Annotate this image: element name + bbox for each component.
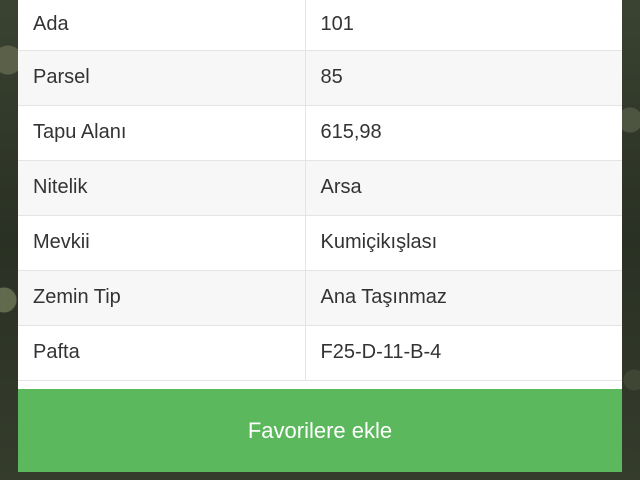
row-value: Kumiçikışlası xyxy=(305,215,622,271)
row-label: Tapu Alanı xyxy=(18,105,306,161)
row-label: Nitelik xyxy=(18,160,306,216)
table-row-zemin-tip: Zemin Tip Ana Taşınmaz xyxy=(18,270,622,326)
row-value: Arsa xyxy=(305,160,622,216)
row-label: Pafta xyxy=(18,325,306,381)
add-to-favorites-button[interactable]: Favorilere ekle xyxy=(18,389,622,472)
table-row-mevkii: Mevkii Kumiçikışlası xyxy=(18,215,622,271)
table-row-nitelik: Nitelik Arsa xyxy=(18,160,622,216)
row-value: 615,98 xyxy=(305,105,622,161)
table-row-ada: Ada 101 xyxy=(18,0,622,51)
table-row-pafta: Pafta F25-D-11-B-4 xyxy=(18,325,622,381)
row-label: Mevkii xyxy=(18,215,306,271)
row-label: Zemin Tip xyxy=(18,270,306,326)
table-row-tapu-alani: Tapu Alanı 615,98 xyxy=(18,105,622,161)
row-label: Parsel xyxy=(18,50,306,106)
row-value: F25-D-11-B-4 xyxy=(305,325,622,381)
table-row-parsel: Parsel 85 xyxy=(18,50,622,106)
parcel-info-table: Ada 101 Parsel 85 Tapu Alanı 615,98 Nite… xyxy=(18,0,622,381)
row-value: 85 xyxy=(305,50,622,106)
row-value: 101 xyxy=(305,0,622,51)
row-value: Ana Taşınmaz xyxy=(305,270,622,326)
row-label: Ada xyxy=(18,0,306,51)
